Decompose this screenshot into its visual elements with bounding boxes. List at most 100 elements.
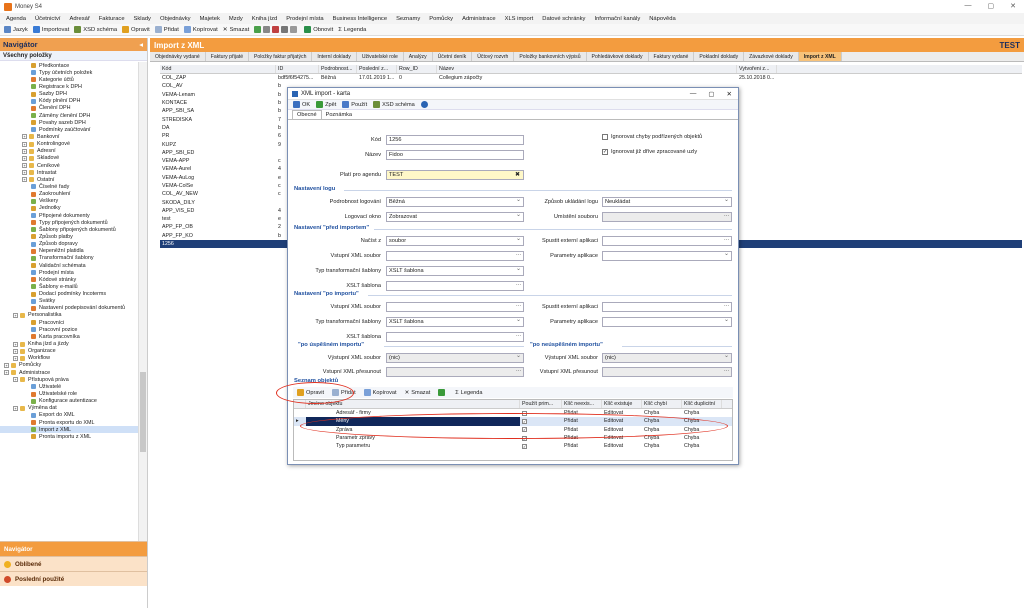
po-vstupni-field[interactable] <box>386 302 524 312</box>
tree-item[interactable]: + Intrastat <box>0 169 138 176</box>
tree-item[interactable]: Jednotky <box>0 205 138 212</box>
tree-item[interactable]: Prodejní místa <box>0 269 138 276</box>
help-button[interactable] <box>420 101 430 108</box>
tree-item[interactable]: + Bankovní <box>0 133 138 140</box>
menu-item[interactable]: Prodejní místa <box>286 16 323 22</box>
tree-item[interactable]: + Skladové <box>0 155 138 162</box>
objects-column-header[interactable]: Použít prim... <box>520 400 562 408</box>
importovat-button[interactable]: Importovat <box>32 26 69 33</box>
nazev-field[interactable]: Fidoo <box>386 150 524 160</box>
tree-item[interactable]: + Pomůcky <box>0 362 138 369</box>
document-tab[interactable]: Uživatelské role <box>356 52 404 61</box>
dialog-close-icon[interactable]: ✕ <box>727 90 732 98</box>
expand-icon[interactable]: + <box>13 312 18 318</box>
nav-bottom-favorites[interactable]: Oblíbené <box>0 556 147 571</box>
tree-item[interactable]: Registrace k DPH <box>0 83 138 90</box>
menu-item[interactable]: Informační kanály <box>594 16 640 22</box>
tree-item[interactable]: Podmínky zaúčtování <box>0 126 138 133</box>
agenda-clear-icon[interactable]: ✖ <box>515 171 520 178</box>
kod-field[interactable]: 1256 <box>386 135 524 145</box>
okno-select[interactable]: Zobrazovat <box>386 212 524 222</box>
expand-icon[interactable]: + <box>22 155 27 161</box>
column-header[interactable]: Row_ID <box>397 65 437 73</box>
column-header[interactable]: ID <box>276 65 319 73</box>
menu-item[interactable]: Účetnictví <box>35 16 60 22</box>
tree-item[interactable]: Kódové stránky <box>0 276 138 283</box>
toolbar-icon-group[interactable] <box>254 26 299 33</box>
po-typ-select[interactable]: XSLT šablona <box>386 317 524 327</box>
scrollbar-thumb[interactable] <box>140 372 146 452</box>
tree-item[interactable]: Veškery <box>0 198 138 205</box>
po-parametry-select[interactable] <box>602 317 732 327</box>
tree-item[interactable]: + Přístupová práva <box>0 376 138 383</box>
expand-icon[interactable]: + <box>4 370 9 376</box>
dialog-minimize-icon[interactable]: — <box>690 90 697 98</box>
tree-item[interactable]: + Personalistika <box>0 312 138 319</box>
legenda-button[interactable]: Σ Legenda <box>338 27 366 33</box>
tree-item[interactable]: + Kontrolingové <box>0 141 138 148</box>
menu-item[interactable]: Mzdy <box>229 16 243 22</box>
zpet-button[interactable]: Zpět <box>316 101 336 108</box>
menu-item[interactable]: Fakturace <box>99 16 125 22</box>
expand-icon[interactable]: + <box>22 141 27 147</box>
tree-item[interactable]: Karta pracovníka <box>0 333 138 340</box>
menu-item[interactable]: Agenda <box>6 16 26 22</box>
presunout-field[interactable] <box>386 367 524 377</box>
xsd-schema-button[interactable]: XSD schéma <box>74 26 117 33</box>
podrobnost-select[interactable]: Běžná <box>386 197 524 207</box>
neusp-vystupni-select[interactable]: (nic) <box>602 353 732 363</box>
tree-item[interactable]: + Ostatní <box>0 176 138 183</box>
tree-item[interactable]: Záměny členění DPH <box>0 112 138 119</box>
vstupni-field[interactable] <box>386 251 524 261</box>
menu-item[interactable]: Pomůcky <box>429 16 453 22</box>
ok-button[interactable]: OK <box>293 101 310 108</box>
tree-item[interactable]: Import z XML <box>0 426 138 434</box>
nav-bottom-navigator[interactable]: Navigátor <box>0 541 147 556</box>
tree-item[interactable]: + Adresní <box>0 148 138 155</box>
document-tab[interactable]: Interní doklady <box>312 52 357 61</box>
menu-item[interactable]: Adresář <box>69 16 89 22</box>
tree-item[interactable]: Nastavení podepisování dokumentů <box>0 305 138 312</box>
tree-item[interactable]: Číselné řady <box>0 183 138 190</box>
tab-obecne[interactable]: Obecné <box>292 110 322 119</box>
tree-item[interactable]: Zaokrouhlení <box>0 191 138 198</box>
tree-item[interactable]: + Organizace <box>0 348 138 355</box>
tree-item[interactable]: Uživatelské role <box>0 390 138 397</box>
tree-item[interactable]: + Výměna dat <box>0 405 138 412</box>
column-header[interactable]: Vytvořeni z... <box>737 65 777 73</box>
document-tab[interactable]: Import z XML <box>798 52 842 61</box>
document-tab[interactable]: Faktury vydané <box>648 52 695 61</box>
tree-item[interactable]: Pracovníci <box>0 319 138 326</box>
menu-item[interactable]: Nápověda <box>649 16 675 22</box>
document-tab[interactable]: Pohledávkové doklady <box>586 52 649 61</box>
tab-poznamka[interactable]: Poznámka <box>322 110 356 119</box>
pridat-button[interactable]: Přidat <box>154 26 179 33</box>
document-tab[interactable]: Faktury přijaté <box>205 52 250 61</box>
document-tab[interactable]: Položky bankovních výpisů <box>514 52 587 61</box>
obnovit-button[interactable]: Obnovit <box>304 26 333 33</box>
table-row[interactable]: COL_ZAP bdf5f6f54275... Běžná 17.01.2019 1.… <box>160 74 1022 82</box>
tree-item[interactable]: + Administrace <box>0 369 138 376</box>
expand-icon[interactable]: + <box>22 134 27 140</box>
document-tab[interactable]: Objednávky vydané <box>150 52 206 61</box>
tree-item[interactable]: Povahy sazeb DPH <box>0 119 138 126</box>
column-header[interactable]: Podrobnost... <box>319 65 357 73</box>
nav-bottom-recent[interactable]: Poslední použité <box>0 571 147 586</box>
smazat-button[interactable]: ✕ Smazat <box>223 27 250 33</box>
expand-icon[interactable]: + <box>13 355 18 361</box>
maximize-icon[interactable]: ▢ <box>988 2 995 10</box>
tree-item[interactable]: Typy účetních položek <box>0 69 138 76</box>
document-tab[interactable]: Položky faktur přijatých <box>249 52 313 61</box>
expand-icon[interactable]: + <box>13 341 18 347</box>
xslt-field[interactable] <box>386 281 524 291</box>
pin-icon[interactable]: ◂ <box>139 40 143 49</box>
tree-item[interactable]: Sazby DPH <box>0 91 138 98</box>
use-primary-checkbox[interactable]: ✓ <box>522 443 527 449</box>
menu-item[interactable]: Majetek <box>200 16 220 22</box>
document-tab[interactable]: Závazkové doklady <box>744 52 799 61</box>
menu-item[interactable]: Sklady <box>134 16 151 22</box>
expand-icon[interactable]: + <box>4 362 9 368</box>
objects-column-header[interactable]: Klíč chybí <box>642 400 682 408</box>
typ-select[interactable]: XSLT šablona <box>386 266 524 276</box>
expand-icon[interactable]: + <box>22 148 27 154</box>
